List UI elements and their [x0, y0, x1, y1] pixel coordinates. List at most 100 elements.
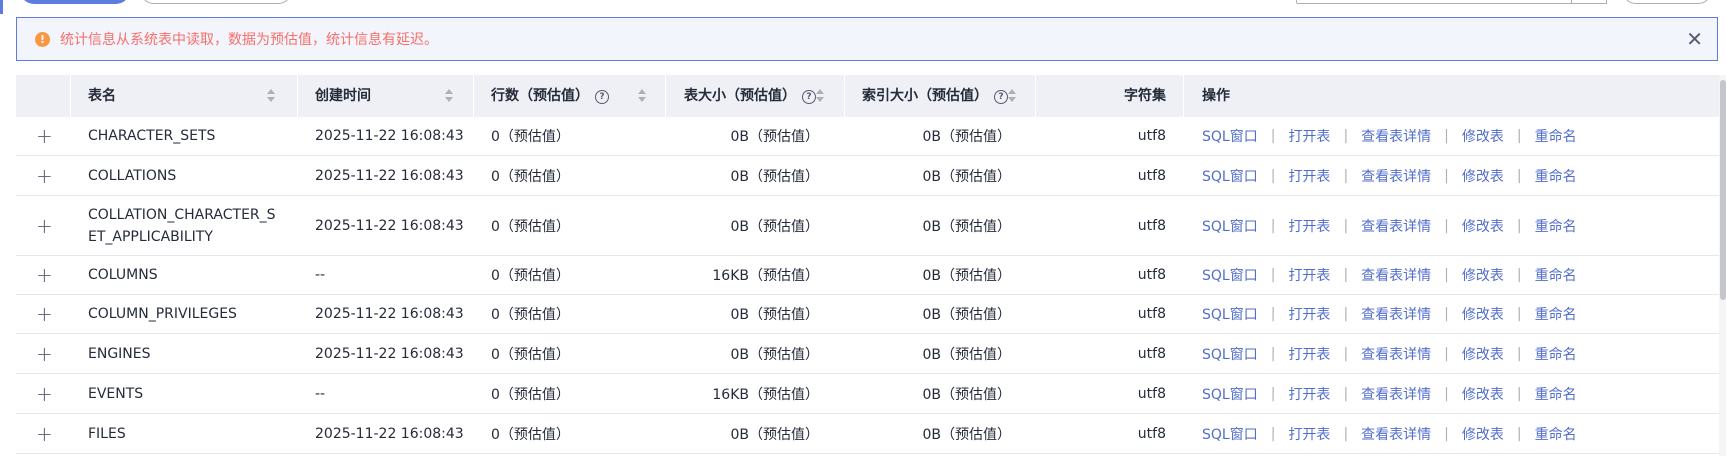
expand-icon[interactable]: +: [36, 422, 53, 446]
action-link[interactable]: 修改表: [1462, 265, 1504, 285]
help-icon[interactable]: ?: [595, 90, 609, 104]
scrollbar-thumb[interactable]: [1720, 80, 1726, 300]
table-row: + ENGINES 2025-11-22 16:08:43 0（预估值） 0B（…: [16, 334, 1726, 374]
expand-icon[interactable]: +: [36, 382, 53, 406]
charset-cell: utf8: [1137, 267, 1166, 283]
sort-icon[interactable]: [444, 89, 454, 103]
action-divider: |: [1516, 267, 1522, 283]
action-divider: |: [1343, 345, 1349, 362]
index-size-cell: 0B（预估值）: [922, 268, 1011, 284]
action-link[interactable]: 打开表: [1288, 216, 1330, 236]
action-link[interactable]: 查看表详情: [1361, 384, 1431, 404]
action-link[interactable]: 查看表详情: [1361, 304, 1431, 324]
expand-icon[interactable]: +: [36, 342, 53, 366]
action-link[interactable]: SQL窗口: [1202, 166, 1258, 186]
action-link[interactable]: SQL窗口: [1202, 216, 1258, 236]
action-link[interactable]: 修改表: [1462, 384, 1504, 404]
toolbar-right-button[interactable]: [1622, 0, 1712, 4]
action-link[interactable]: 重命名: [1535, 384, 1577, 404]
action-link[interactable]: SQL窗口: [1202, 424, 1258, 444]
action-link[interactable]: SQL窗口: [1202, 344, 1258, 364]
help-icon[interactable]: ?: [802, 90, 816, 104]
action-divider: |: [1343, 217, 1349, 234]
column-header-rows: 行数（预估值）?: [491, 75, 609, 117]
table-row: + COLUMN_PRIVILEGES 2025-11-22 16:08:43 …: [16, 295, 1726, 334]
expand-icon[interactable]: +: [36, 164, 53, 188]
action-link[interactable]: 修改表: [1462, 166, 1504, 186]
action-link[interactable]: 修改表: [1462, 216, 1504, 236]
index-size-cell: 0B（预估值）: [922, 129, 1011, 145]
action-link[interactable]: 打开表: [1288, 384, 1330, 404]
table-size-cell: 0B（预估值）: [730, 426, 819, 443]
expand-icon[interactable]: +: [36, 214, 53, 238]
expand-icon[interactable]: +: [36, 302, 53, 326]
expand-icon[interactable]: +: [36, 124, 53, 148]
created-time-cell: --: [315, 267, 326, 283]
action-divider: |: [1444, 425, 1449, 442]
action-link[interactable]: 重命名: [1535, 304, 1577, 324]
info-alert: ! 统计信息从系统表中读取，数据为预估值，统计信息有延迟。 ✕: [16, 17, 1718, 61]
action-link[interactable]: 打开表: [1288, 166, 1330, 186]
alert-message: 统计信息从系统表中读取，数据为预估值，统计信息有延迟。: [60, 32, 438, 48]
index-size-cell: 0B（预估值）: [922, 218, 1011, 235]
column-header-name: 表名: [88, 88, 116, 104]
expand-icon[interactable]: +: [36, 263, 53, 287]
help-icon[interactable]: ?: [994, 90, 1008, 104]
sort-icon[interactable]: [1007, 89, 1017, 103]
action-link[interactable]: 查看表详情: [1361, 166, 1431, 186]
search-button[interactable]: [1571, 0, 1607, 4]
action-link[interactable]: 打开表: [1288, 265, 1330, 285]
action-link[interactable]: 重命名: [1535, 344, 1577, 364]
row-actions: SQL窗口 | 打开表 | 查看表详情 | 修改表 | 重命名: [1202, 216, 1577, 236]
created-time-cell: 2025-11-22 16:08:43: [315, 167, 464, 184]
action-link[interactable]: 打开表: [1288, 304, 1330, 324]
row-actions: SQL窗口 | 打开表 | 查看表详情 | 修改表 | 重命名: [1202, 424, 1577, 444]
action-link[interactable]: 修改表: [1462, 424, 1504, 444]
table-name-cell: COLUMN_PRIVILEGES: [88, 306, 237, 322]
warning-icon: !: [35, 31, 50, 47]
close-icon[interactable]: ✕: [1686, 27, 1703, 51]
action-divider: |: [1343, 425, 1349, 442]
primary-action-button[interactable]: [20, 0, 130, 4]
action-link[interactable]: 修改表: [1462, 126, 1504, 146]
action-link[interactable]: SQL窗口: [1202, 265, 1258, 285]
action-link[interactable]: SQL窗口: [1202, 126, 1258, 146]
action-link[interactable]: 修改表: [1462, 344, 1504, 364]
action-link[interactable]: SQL窗口: [1202, 304, 1258, 324]
table-size-cell: 0B（预估值）: [730, 346, 819, 363]
action-link[interactable]: 查看表详情: [1361, 265, 1431, 285]
action-link[interactable]: SQL窗口: [1202, 384, 1258, 404]
row-count-cell: 0（预估值）: [491, 218, 570, 235]
action-divider: |: [1516, 345, 1522, 362]
action-link[interactable]: 查看表详情: [1361, 424, 1431, 444]
action-link[interactable]: 查看表详情: [1361, 126, 1431, 146]
table-header: 表名 创建时间 行数（预估值）? 表大小（预估值）? 索引大小（预估值）? 字符…: [16, 75, 1726, 117]
created-time-cell: --: [315, 385, 326, 402]
action-link[interactable]: 重命名: [1535, 424, 1577, 444]
row-actions: SQL窗口 | 打开表 | 查看表详情 | 修改表 | 重命名: [1202, 265, 1577, 285]
action-link[interactable]: 打开表: [1288, 424, 1330, 444]
sort-icon[interactable]: [266, 89, 276, 103]
column-header-rows-label: 行数（预估值）: [491, 88, 589, 104]
action-link[interactable]: 查看表详情: [1361, 344, 1431, 364]
table-name-cell: ENGINES: [88, 345, 151, 362]
action-link[interactable]: 打开表: [1288, 126, 1330, 146]
action-link[interactable]: 重命名: [1535, 265, 1577, 285]
table-size-cell: 16KB（预估值）: [712, 268, 819, 284]
sort-icon[interactable]: [637, 89, 647, 103]
action-link[interactable]: 打开表: [1288, 344, 1330, 364]
table-size-cell: 0B（预估值）: [730, 307, 819, 323]
action-link[interactable]: 重命名: [1535, 166, 1577, 186]
table-size-cell: 0B（预估值）: [730, 129, 819, 145]
table-row: + EVENTS -- 0（预估值） 16KB（预估值） 0B（预估值） utf…: [16, 374, 1726, 414]
sort-icon[interactable]: [815, 89, 825, 103]
search-input[interactable]: [1296, 0, 1572, 4]
action-link[interactable]: 修改表: [1462, 304, 1504, 324]
action-divider: |: [1343, 167, 1349, 184]
table-row: + COLLATIONS 2025-11-22 16:08:43 0（预估值） …: [16, 156, 1726, 196]
action-link[interactable]: 重命名: [1535, 216, 1577, 236]
secondary-action-button[interactable]: [140, 0, 292, 4]
column-header-charset: 字符集: [1124, 88, 1166, 104]
action-link[interactable]: 重命名: [1535, 126, 1577, 146]
action-link[interactable]: 查看表详情: [1361, 216, 1431, 236]
